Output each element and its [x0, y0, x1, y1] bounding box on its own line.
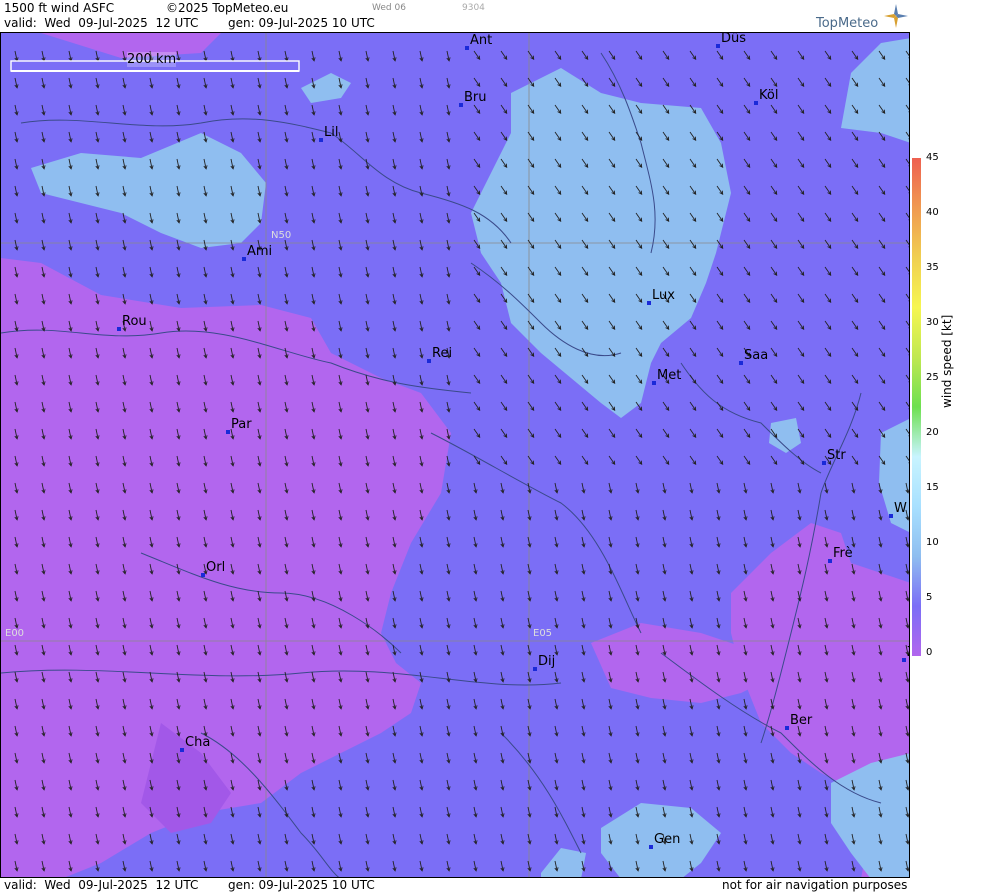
map-title: 1500 ft wind ASFC	[4, 1, 115, 15]
city-marker	[180, 748, 184, 752]
legend-color-bar	[912, 158, 921, 656]
city-label: Lil	[324, 125, 339, 140]
city-marker	[739, 361, 743, 365]
city-marker	[427, 359, 431, 363]
map-footer: valid: Wed 09-Jul-2025 12 UTC gen: 09-Ju…	[0, 878, 910, 893]
city-marker	[647, 301, 651, 305]
city-label: Dij	[538, 654, 556, 669]
city-marker	[117, 327, 121, 331]
city-label: Par	[231, 417, 252, 432]
footer-valid-time: valid: Wed 09-Jul-2025 12 UTC	[4, 878, 199, 892]
footer-generated-time: gen: 09-Jul-2025 10 UTC	[228, 878, 375, 892]
legend-tick-label: 0	[926, 647, 933, 658]
city-label: Bru	[464, 90, 487, 105]
map-header: 1500 ft wind ASFC ©2025 TopMeteo.eu Wed …	[0, 0, 910, 32]
logo-text: TopMeteo	[816, 16, 879, 31]
legend-tick-label: 25	[926, 372, 939, 383]
valid-time: valid: Wed 09-Jul-2025 12 UTC	[4, 16, 199, 30]
scale-label: 200 km	[127, 52, 177, 67]
city-marker	[649, 845, 653, 849]
city-label: Köl	[759, 88, 779, 103]
city-label: Rou	[122, 314, 147, 329]
legend-tick-label: 15	[926, 482, 939, 493]
city-marker	[822, 461, 826, 465]
compass-star-icon	[884, 4, 908, 28]
city-label: Orl	[206, 560, 226, 575]
city-marker	[652, 381, 656, 385]
city-marker	[785, 726, 789, 730]
day-tab[interactable]: Wed 06	[372, 3, 406, 13]
city-marker	[889, 514, 893, 518]
city-marker	[902, 658, 906, 662]
city-marker	[533, 667, 537, 671]
legend-tick-label: 10	[926, 537, 939, 548]
city-marker	[226, 430, 230, 434]
disclaimer: not for air navigation purposes	[722, 878, 908, 892]
city-label: Ber	[790, 713, 813, 728]
city-label: Frè	[833, 546, 853, 561]
grid-label-lon-west: E00	[5, 628, 25, 639]
topmeteo-logo[interactable]: TopMeteo	[812, 2, 910, 32]
city-label: Düs	[721, 32, 747, 46]
city-label: Ami	[247, 244, 273, 259]
city-marker	[201, 573, 205, 577]
city-marker	[465, 46, 469, 50]
legend-tick-label: 5	[926, 592, 933, 603]
generated-time: gen: 09-Jul-2025 10 UTC	[228, 16, 375, 30]
city-marker	[242, 257, 246, 261]
city-label: Ant	[470, 33, 493, 48]
city-label: Saa	[744, 348, 769, 363]
city-marker	[716, 44, 720, 48]
city-label: Met	[657, 368, 682, 383]
grid-label-lon-east: E05	[533, 628, 553, 639]
city-label: Lux	[652, 288, 675, 303]
city-marker	[754, 101, 758, 105]
wind-map[interactable]: 200 km N50 E00 E05 Ant Düs Bru Köl Lil Ami Lux…	[0, 32, 910, 878]
legend-tick-label: 35	[926, 262, 939, 273]
legend-tick-label: 45	[926, 152, 939, 163]
legend-tick-label: 40	[926, 207, 939, 218]
city-marker	[319, 138, 323, 142]
legend-tick-label: 20	[926, 427, 939, 438]
copyright: ©2025 TopMeteo.eu	[166, 1, 289, 15]
city-label: Str	[827, 448, 846, 463]
city-label: Rei	[432, 346, 453, 361]
city-label: Gen	[654, 832, 681, 847]
run-code: 9304	[462, 3, 485, 13]
wind-speed-legend: 45 40 35 30 25 20 15 10 5 0 wind speed [kt]	[912, 152, 1000, 658]
city-marker	[459, 103, 463, 107]
legend-tick-label: 30	[926, 317, 939, 328]
city-label: Z	[907, 645, 909, 660]
city-label: Cha	[185, 735, 211, 750]
legend-title: wind speed [kt]	[940, 314, 954, 408]
grid-label-lat: N50	[271, 230, 292, 241]
city-label: W	[894, 501, 907, 516]
city-marker	[828, 559, 832, 563]
